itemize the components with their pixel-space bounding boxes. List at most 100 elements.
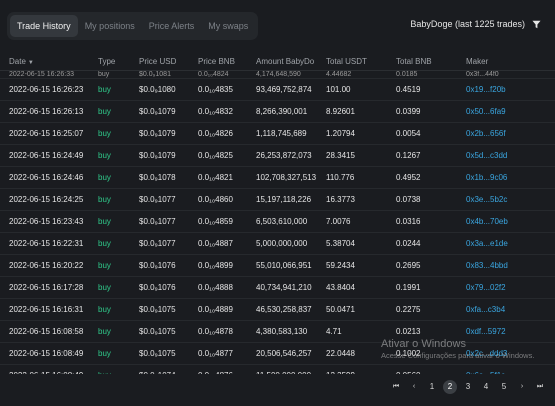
last-page-icon[interactable]: ⏭	[533, 380, 547, 394]
cell-price-bnb: 0.0₁₀4860	[198, 188, 256, 211]
cell-total-bnb: 0.0316	[396, 210, 466, 233]
table-row: 2022-06-15 16:24:25 buy $0.0₉1077 0.0₁₀4860…	[0, 188, 555, 211]
header-amount[interactable]: Amount BabyDo	[256, 52, 326, 71]
cell-amount: 40,734,941,210	[256, 276, 326, 299]
table-header-row: Date ▼ Type Price USD Price BNB Amount Ba…	[0, 52, 555, 71]
cell-date: 2022-06-15 16:17:28	[0, 276, 98, 299]
cell-total-bnb: 0.0054	[396, 122, 466, 145]
cell-total-usdt: 5.38704	[326, 232, 396, 255]
cell-date: 2022-06-15 16:08:58	[0, 320, 98, 343]
cell-price-bnb: 0.0₁₀4899	[198, 254, 256, 277]
cell-price-usd: $0.0₉1076	[139, 276, 198, 299]
cell-maker[interactable]: 0xdf...5972	[466, 320, 555, 343]
cell-date: 2022-06-15 16:22:31	[0, 232, 98, 255]
cell-maker[interactable]: 0x2c...ddd3	[466, 342, 555, 365]
cell-total-bnb: 0.4519	[396, 78, 466, 101]
cell-price-usd: $0.0₉1077	[139, 188, 198, 211]
cell-price-bnb: 0.0₁₀4859	[198, 210, 256, 233]
cell-price-bnb: 0.0₁₀4821	[198, 166, 256, 189]
header-date[interactable]: Date ▼	[0, 52, 98, 71]
cell-maker[interactable]: 0x1b...9c06	[466, 166, 555, 189]
cell-maker[interactable]: 0x83...4bbd	[466, 254, 555, 277]
table-row: 2022-06-15 16:16:31 buy $0.0₉1075 0.0₁₀4889…	[0, 298, 555, 321]
chevron-right-icon[interactable]: ›	[515, 380, 529, 394]
cell-maker[interactable]: 0x50...6fa9	[466, 100, 555, 123]
chevron-left-icon[interactable]: ‹	[407, 380, 421, 394]
cell-type: buy	[98, 188, 139, 211]
header-price-usd[interactable]: Price USD	[139, 52, 198, 71]
cell-amount: 1,118,745,689	[256, 122, 326, 145]
header-price-bnb[interactable]: Price BNB	[198, 52, 256, 71]
header-total-usdt[interactable]: Total USDT	[326, 52, 396, 71]
cell-date: 2022-06-15 16:25:07	[0, 122, 98, 145]
page-2[interactable]: 2	[443, 380, 457, 394]
cell-type: buy	[98, 122, 139, 145]
cell-price-usd: $0.0₉1078	[139, 166, 198, 189]
cell-type: buy	[98, 210, 139, 233]
cell-maker[interactable]: 0x19...f20b	[466, 78, 555, 101]
cell-amount: 20,506,546,257	[256, 342, 326, 365]
cell-maker[interactable]: 0x6a...5f1c	[466, 364, 555, 374]
cell-type: buy	[98, 298, 139, 321]
cell-price-bnb: 0.0₁₀4877	[198, 342, 256, 365]
header-type[interactable]: Type	[98, 52, 139, 71]
cell-type: buy	[98, 70, 139, 79]
cell-total-bnb: 0.1991	[396, 276, 466, 299]
page-4[interactable]: 4	[479, 380, 493, 394]
cell-maker[interactable]: 0x3a...e1de	[466, 232, 555, 255]
pair-info[interactable]: BabyDoge (last 1225 trades)	[410, 19, 541, 29]
tab-my-swaps[interactable]: My swaps	[201, 15, 255, 37]
cell-maker[interactable]: 0x4b...70eb	[466, 210, 555, 233]
tab-price-alerts[interactable]: Price Alerts	[142, 15, 202, 37]
table-row: 2022-06-15 16:22:31 buy $0.0₉1077 0.0₁₀4887…	[0, 232, 555, 255]
cell-total-usdt: 59.2434	[326, 254, 396, 277]
first-page-icon[interactable]: ⏮	[389, 380, 403, 394]
cell-type: buy	[98, 276, 139, 299]
cell-total-usdt: 4.71	[326, 320, 396, 343]
cell-amount: 4,174,648,590	[256, 70, 326, 79]
table-row: 2022-06-15 16:24:46 buy $0.0₉1078 0.0₁₀4821…	[0, 166, 555, 189]
page-3[interactable]: 3	[461, 380, 475, 394]
cell-total-usdt: 8.92601	[326, 100, 396, 123]
cell-price-bnb: 0.0₁₀4824	[198, 70, 256, 79]
sort-down-icon[interactable]: ▼	[28, 60, 34, 66]
cell-amount: 26,253,872,073	[256, 144, 326, 167]
cell-price-bnb: 0.0₁₀4826	[198, 122, 256, 145]
filter-icon[interactable]	[532, 20, 541, 29]
table-row: 2022-06-15 16:17:28 buy $0.0₉1076 0.0₁₀4888…	[0, 276, 555, 299]
cell-total-usdt: 110.776	[326, 166, 396, 189]
cell-total-usdt: 7.0076	[326, 210, 396, 233]
table-row: 2022-06-15 16:08:49 buy $0.0₉1075 0.0₁₀4877…	[0, 342, 555, 365]
tab-my-positions[interactable]: My positions	[78, 15, 142, 37]
cell-price-bnb: 0.0₁₀4835	[198, 78, 256, 101]
cell-maker[interactable]: 0x5d...c3dd	[466, 144, 555, 167]
table-row: 2022-06-15 16:23:43 buy $0.0₉1077 0.0₁₀4859…	[0, 210, 555, 233]
tabs-bar: Trade History My positions Price Alerts My …	[7, 12, 259, 40]
cell-total-usdt: 4.44682	[326, 70, 396, 79]
page-5[interactable]: 5	[497, 380, 511, 394]
page-1[interactable]: 1	[425, 380, 439, 394]
cell-maker[interactable]: 0x3e...5b2c	[466, 188, 555, 211]
cell-maker[interactable]: 0x2b...656f	[466, 122, 555, 145]
cell-total-bnb: 0.2275	[396, 298, 466, 321]
cell-maker[interactable]: 0xfa...c3b4	[466, 298, 555, 321]
cell-price-usd: $0.0₉1079	[139, 122, 198, 145]
header-maker[interactable]: Maker	[466, 52, 555, 71]
tab-trade-history[interactable]: Trade History	[10, 15, 78, 37]
header-total-bnb[interactable]: Total BNB	[396, 52, 466, 71]
table-row-partial: 2022-06-15 16:26:33 buy $0.0₉1081 0.0₁₀4824…	[0, 70, 555, 79]
cell-price-usd: $0.0₉1077	[139, 232, 198, 255]
table-row: 2022-06-15 16:20:22 buy $0.0₉1076 0.0₁₀4899…	[0, 254, 555, 277]
cell-type: buy	[98, 364, 139, 374]
cell-amount: 93,469,752,874	[256, 78, 326, 101]
cell-price-bnb: 0.0₁₀4832	[198, 100, 256, 123]
pagination: ⏮ ‹ 1 2 3 4 5 › ⏭	[389, 380, 547, 394]
cell-amount: 46,530,258,837	[256, 298, 326, 321]
cell-maker[interactable]: 0x79...02f2	[466, 276, 555, 299]
cell-total-usdt: 12.3599	[326, 364, 396, 374]
cell-maker[interactable]: 0x3f...44f0	[466, 70, 555, 79]
table-row: 2022-06-15 16:08:49buy$0.0₉10740.0₁₀4876…	[0, 364, 555, 374]
cell-type: buy	[98, 232, 139, 255]
cell-date: 2022-06-15 16:26:33	[0, 70, 98, 79]
table-row: 2022-06-15 16:08:58 buy $0.0₉1075 0.0₁₀4878…	[0, 320, 555, 343]
